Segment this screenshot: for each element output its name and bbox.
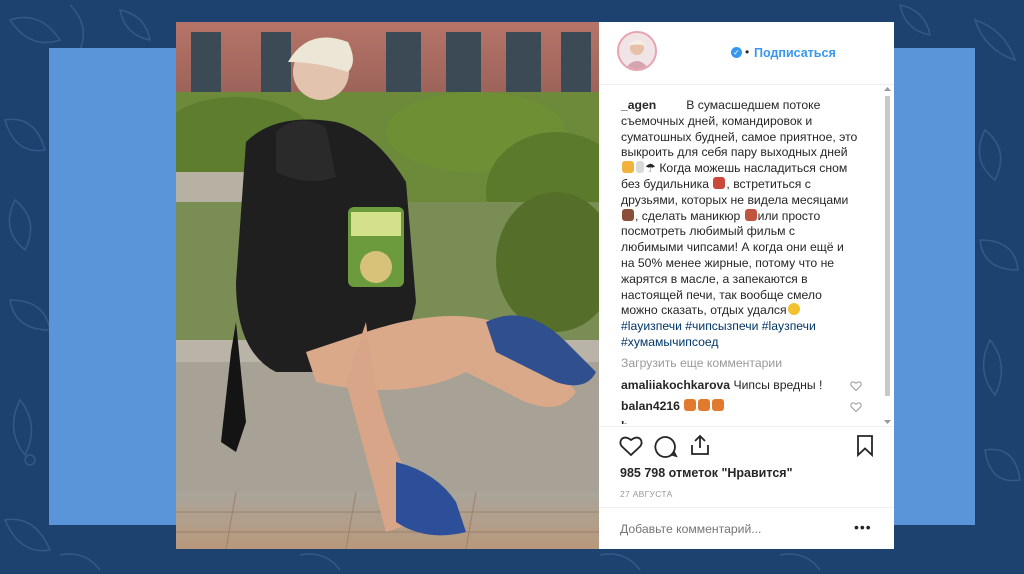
- caption-line: жарятся в масле, а запекаются в: [621, 271, 808, 286]
- post-caption: _agen В сумасшедшем потоке съемочных дней…: [621, 98, 869, 351]
- load-more-comments-link[interactable]: Загрузить еще комментарии: [621, 356, 782, 370]
- instagram-post: ✓ • Подписаться _agen В сумасшедшем поток…: [176, 22, 894, 549]
- comment-bubble-icon[interactable]: [654, 435, 678, 458]
- post-date: 27 АВГУСТА: [620, 489, 673, 499]
- comment-username[interactable]: amaliiakochkarova: [621, 378, 730, 392]
- bed-emoji-icon: [713, 176, 726, 189]
- smile-emoji-icon: [787, 303, 800, 316]
- caption-line: суматошных будней, самое приятное, это: [621, 129, 858, 144]
- post-header: ✓ • Подписаться: [599, 22, 894, 85]
- caption-line: на 50% менее жирные, потому что не: [621, 255, 835, 270]
- caption-line: или просто: [757, 208, 821, 223]
- comment-text: Чипсы вредны !: [733, 378, 823, 392]
- like-heart-icon[interactable]: [619, 435, 643, 457]
- hashtags[interactable]: #хумамычипсоед: [621, 335, 719, 349]
- caption-line: Когда можешь насладиться сном: [659, 161, 848, 176]
- comment-row-partial: b: [621, 419, 871, 424]
- hashtags[interactable]: #layизпечи #чипсызпечи #layзпечи: [621, 319, 816, 333]
- caption-line: , встретиться с: [726, 176, 811, 191]
- comment-like-heart-icon[interactable]: [850, 401, 862, 413]
- umbrella-icon: ☂: [645, 161, 656, 176]
- fox-emoji-icon: [712, 399, 725, 411]
- emoji-icon: [622, 161, 634, 174]
- comment-row: amaliiakochkarova Чипсы вредны !: [621, 378, 871, 392]
- comment-like-heart-icon[interactable]: [850, 380, 862, 392]
- separator-dot: •: [745, 45, 750, 59]
- caption-line: настоящей печи, так вообще смело: [621, 287, 822, 302]
- bookmark-icon[interactable]: [856, 434, 874, 458]
- avatar[interactable]: [617, 31, 657, 71]
- comment-row: balan4216: [621, 399, 871, 413]
- fox-emoji-icon: [698, 399, 711, 411]
- post-image: [176, 22, 599, 549]
- caption-line: любимыми чипсами! А когда они ещё и: [621, 240, 844, 255]
- add-comment-input[interactable]: [620, 522, 840, 536]
- people-emoji-icon: [622, 208, 634, 221]
- post-actions: 985 798 отметок "Нравится" 27 АВГУСТА ••…: [599, 426, 894, 547]
- fox-emoji-icon: [684, 399, 697, 411]
- follow-button[interactable]: Подписаться: [754, 46, 836, 60]
- caption-line: В сумасшедшем потоке: [686, 98, 821, 112]
- likes-count[interactable]: 985 798 отметок "Нравится": [620, 466, 793, 480]
- caption-line: друзьями, которых не видела месяцами: [621, 192, 849, 207]
- caption-line: съемочных дней, командировок и: [621, 113, 813, 128]
- emoji-icon: [636, 161, 644, 174]
- caption-line: можно сказать, отдых удался: [621, 303, 787, 318]
- comment-username[interactable]: balan4216: [621, 399, 680, 413]
- caption-line: посмотреть любимый фильм с: [621, 224, 795, 239]
- share-icon[interactable]: [689, 433, 711, 457]
- caption-username[interactable]: _agen: [621, 98, 656, 112]
- add-comment-bar: •••: [599, 507, 894, 548]
- more-options-icon[interactable]: •••: [854, 519, 872, 535]
- post-photo[interactable]: [176, 22, 599, 549]
- nail-polish-emoji-icon: [744, 208, 757, 221]
- scrollbar[interactable]: [883, 86, 892, 426]
- caption-line: выкроить для себя пару выходных дней: [621, 145, 848, 160]
- post-sidebar: ✓ • Подписаться _agen В сумасшедшем поток…: [599, 22, 894, 549]
- caption-line: без будильника: [621, 176, 710, 191]
- verified-badge-icon: ✓: [731, 47, 742, 58]
- caption-line: , сделать маникюр: [635, 208, 741, 223]
